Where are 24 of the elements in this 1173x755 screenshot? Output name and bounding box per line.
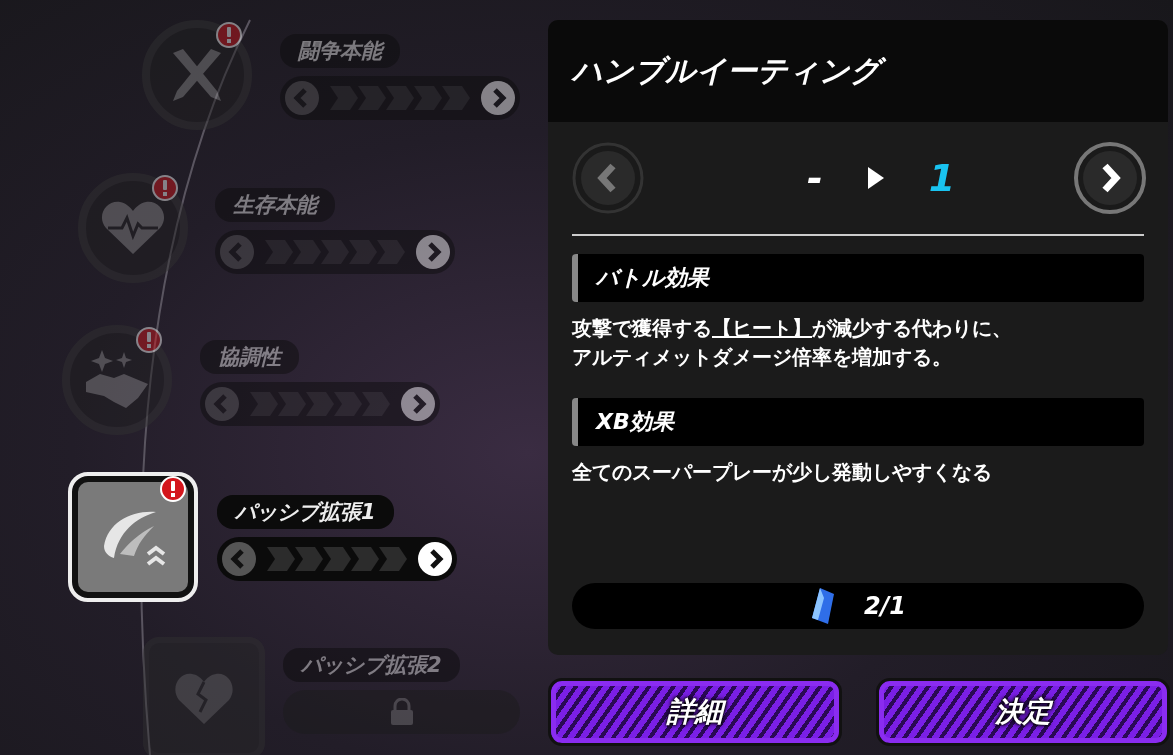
crystal-icon — [809, 586, 836, 626]
current-level: - — [806, 156, 823, 200]
skill-name: パッシブ拡張1 — [217, 495, 394, 529]
skill-title: ハンブルイーティング — [572, 50, 889, 92]
skill-name: 協調性 — [200, 340, 299, 374]
effect-description: 攻撃で獲得する【ヒート】が減少する代わりに、 アルティメットダメージ倍率を増加する。 — [572, 315, 1013, 371]
next-button[interactable] — [1074, 142, 1146, 214]
effect-description: 全てのスーパープレーが少し発動しやすくなる — [572, 459, 993, 486]
next-level: 1 — [928, 156, 956, 200]
left-arrow-button[interactable] — [219, 234, 255, 270]
section-heading: バトル効果 — [572, 254, 1144, 302]
cost-count: 2/1 — [863, 592, 907, 620]
skill-name: 闘争本能 — [280, 34, 400, 68]
right-arrow-button[interactable] — [417, 541, 453, 577]
skill-name: 生存本能 — [215, 188, 335, 222]
left-arrow-button[interactable] — [204, 386, 240, 422]
keyword-link[interactable]: 【ヒート】 — [712, 316, 812, 340]
padlock-icon — [389, 698, 414, 726]
left-arrow-button[interactable] — [221, 541, 257, 577]
section-heading: XB効果 — [572, 398, 1144, 446]
previous-button[interactable] — [572, 142, 644, 214]
skill-name: パッシブ拡張2 — [283, 648, 460, 682]
left-arrow-button[interactable] — [284, 80, 320, 116]
play-arrow-icon — [866, 166, 885, 190]
